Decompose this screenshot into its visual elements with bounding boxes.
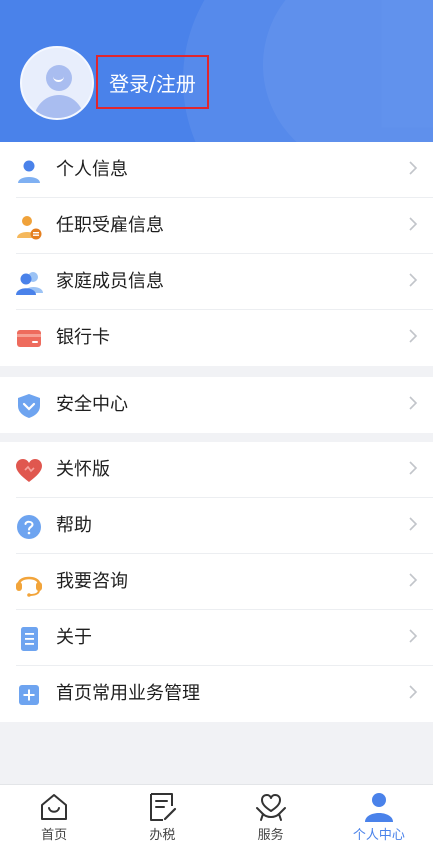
menu-item-label: 任职受雇信息 xyxy=(56,215,164,236)
family-icon xyxy=(16,272,43,295)
service-heart-icon xyxy=(255,794,286,821)
tab-service[interactable]: 服务 xyxy=(217,785,325,866)
profile-header: 登录/注册 xyxy=(0,0,433,142)
tab-label: 办税 xyxy=(149,828,176,843)
menu-item-label: 关于 xyxy=(56,627,92,648)
chevron-right-icon xyxy=(409,685,418,699)
tab-label: 个人中心 xyxy=(352,828,405,843)
menu-section-security: 安全中心 xyxy=(0,377,433,433)
document-icon xyxy=(21,627,38,651)
menu-item-care-mode[interactable]: 关怀版 xyxy=(0,442,433,498)
avatar[interactable] xyxy=(20,46,94,120)
chevron-right-icon xyxy=(409,461,418,475)
menu-item-personal-info[interactable]: 个人信息 xyxy=(0,142,433,198)
menu-section-account: 个人信息 任职受雇信息 家庭成员信息 银行卡 xyxy=(0,142,433,366)
shield-icon xyxy=(18,394,40,418)
home-icon xyxy=(41,794,68,820)
edit-icon xyxy=(150,793,177,821)
employment-icon xyxy=(17,216,42,240)
heart-icon xyxy=(16,459,42,482)
person-icon xyxy=(18,160,40,183)
menu-item-about[interactable]: 关于 xyxy=(0,610,433,666)
menu-item-label: 帮助 xyxy=(56,515,92,536)
chevron-right-icon xyxy=(409,396,418,410)
bank-card-icon xyxy=(17,330,41,347)
chevron-right-icon xyxy=(409,217,418,231)
menu-item-help[interactable]: 帮助 xyxy=(0,498,433,554)
tab-label: 首页 xyxy=(41,828,68,843)
tab-home[interactable]: 首页 xyxy=(0,785,108,866)
tab-tax[interactable]: 办税 xyxy=(108,785,216,866)
menu-item-consult[interactable]: 我要咨询 xyxy=(0,554,433,610)
avatar-body xyxy=(34,95,84,118)
tab-label: 服务 xyxy=(257,828,284,843)
question-icon xyxy=(17,515,41,539)
plus-square-icon xyxy=(19,685,39,705)
chevron-right-icon xyxy=(409,629,418,643)
menu-item-bank-card[interactable]: 银行卡 xyxy=(0,310,433,366)
menu-item-homepage-business-management[interactable]: 首页常用业务管理 xyxy=(0,666,433,722)
menu-item-security-center[interactable]: 安全中心 xyxy=(0,377,433,433)
menu-item-label: 安全中心 xyxy=(56,394,128,415)
menu-section-support: 关怀版 帮助 我要咨询 关于 首页常用业务管理 xyxy=(0,442,433,722)
menu-item-label: 银行卡 xyxy=(56,327,110,348)
menu-item-label: 首页常用业务管理 xyxy=(56,683,200,704)
user-icon xyxy=(364,793,393,822)
chevron-right-icon xyxy=(409,329,418,343)
menu-item-label: 家庭成员信息 xyxy=(56,271,164,292)
menu-item-label: 关怀版 xyxy=(56,459,110,480)
headset-icon xyxy=(16,576,42,597)
menu-item-label: 个人信息 xyxy=(56,159,128,180)
tab-personal-center[interactable]: 个人中心 xyxy=(325,785,433,866)
menu-item-employment-info[interactable]: 任职受雇信息 xyxy=(0,198,433,254)
chevron-right-icon xyxy=(409,273,418,287)
login-register-button[interactable]: 登录/注册 xyxy=(96,55,209,109)
menu-item-family-info[interactable]: 家庭成员信息 xyxy=(0,254,433,310)
bottom-tab-bar: 首页 办税 服务 个人中心 xyxy=(0,784,433,866)
chevron-right-icon xyxy=(409,573,418,587)
chevron-right-icon xyxy=(409,517,418,531)
menu-item-label: 我要咨询 xyxy=(56,571,128,592)
header-decoration xyxy=(263,0,433,142)
chevron-right-icon xyxy=(409,161,418,175)
